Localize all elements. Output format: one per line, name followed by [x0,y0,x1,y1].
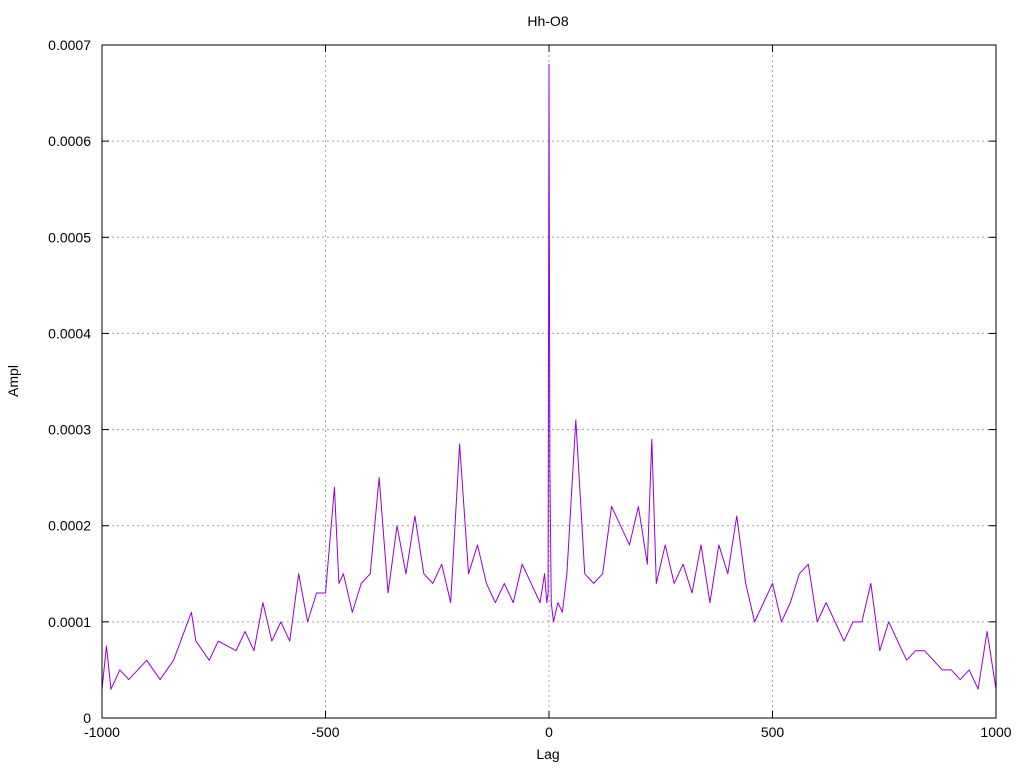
y-tick-label: 0.0006 [48,133,91,149]
y-tick-label: 0.0001 [48,614,91,630]
y-tick-label: 0.0005 [48,229,91,245]
chart-title: Hh-O8 [527,13,568,29]
y-tick-label: 0.0007 [48,37,91,53]
x-tick-label: -500 [311,724,339,740]
x-tick-label: 500 [761,724,785,740]
y-tick-label: 0 [83,710,91,726]
x-axis-label: Lag [536,746,559,762]
y-axis: 0 0.0001 0.0002 0.0003 0.0004 0.0005 0.0006 0.0… [48,37,996,726]
x-tick-label: 1000 [980,724,1011,740]
x-tick-label: 0 [545,724,553,740]
y-tick-label: 0.0004 [48,325,91,341]
y-tick-label: 0.0002 [48,518,91,534]
chart: -1000 -500 0 500 1000 0 0.0001 0.0002 0.0003 0.0… [5,13,1012,762]
x-axis: -1000 -500 0 500 1000 [84,45,1012,740]
y-tick-label: 0.0003 [48,422,91,438]
y-axis-label: Ampl [5,365,21,397]
x-tick-label: -1000 [84,724,120,740]
